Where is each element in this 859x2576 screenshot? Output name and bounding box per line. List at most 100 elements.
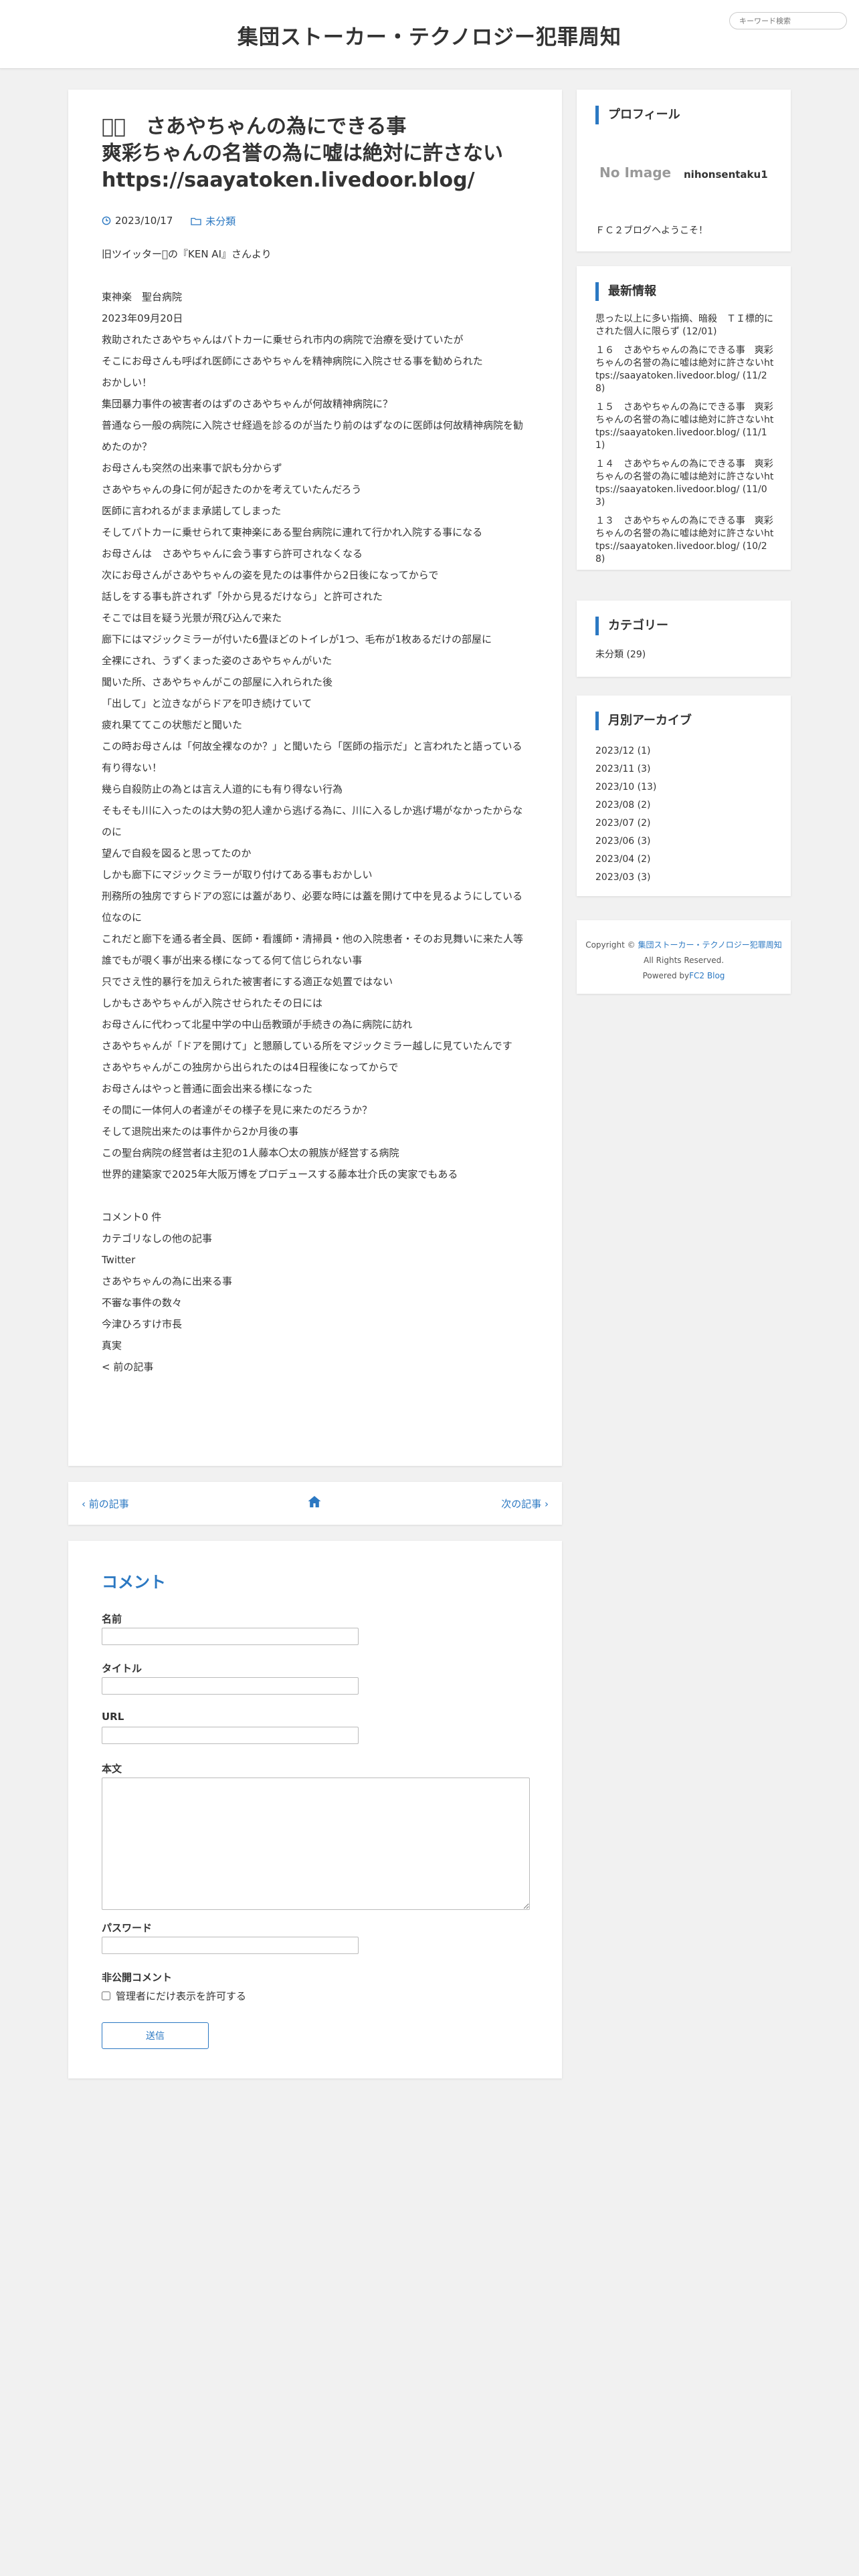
related-link[interactable]: 今津ひろすけ市長 <box>102 1313 530 1335</box>
clock-icon <box>102 216 111 225</box>
body-line: その間に一体何人の者達がその様子を見に来たのだろうか？ <box>102 1104 373 1116</box>
body-line: 疲れ果ててこの状態だと聞いた <box>102 719 243 731</box>
profile-widget: プロフィール No Image nihonsentaku1 ＦＣ２ブログへようこ… <box>577 90 791 251</box>
latest-item[interactable]: １５ さあやちゃんの為にできる事 爽彩ちゃんの名誉の為に嘘は絶対に許さないhtt… <box>595 401 776 452</box>
title-field[interactable] <box>102 1677 359 1695</box>
password-label: パスワード <box>102 1922 153 1934</box>
latest-list: 思った以上に多い指摘、暗殺 ＴＩ標的にされた個人に限らず (12/01) １６ … <box>595 313 776 572</box>
profile-description: ＦＣ２ブログへようこそ！ <box>595 225 708 236</box>
body-line: この時お母さんは「何故全裸なのか？」と聞いたら「医師の指示だ」と言われたと語って… <box>102 740 522 752</box>
body-label: 本文 <box>102 1763 122 1775</box>
latest-item[interactable]: １３ さあやちゃんの為にできる事 爽彩ちゃんの名誉の為に嘘は絶対に許さないhtt… <box>595 515 776 566</box>
latest-widget: 最新情報 思った以上に多い指摘、暗殺 ＴＩ標的にされた個人に限らず (12/01… <box>577 266 791 570</box>
body-line: さあやちゃんの身に何が起きたのかを考えていたんだろう <box>102 484 362 496</box>
category-item[interactable]: 未分類 (29) <box>595 647 646 661</box>
body-line: 普通なら一般の病院に入院させ経過を診るのが当たり前のはずなのに医師は何故精神病院… <box>102 419 524 453</box>
body-line: さあやちゃんが「ドアを開けて」と懇願している所をマジックミラー越しに見ていたんで… <box>102 1040 512 1052</box>
profile-heading: プロフィール <box>595 106 680 124</box>
chevron-right-icon: › <box>541 1498 549 1510</box>
comment-form: コメント 名前 タイトル URL 本文 パスワード 非公開コメント 管理者にだけ… <box>68 1541 562 2078</box>
archive-list: 2023/12 (1) 2023/11 (3) 2023/10 (13) 202… <box>595 742 656 887</box>
body-line: そもそも川に入ったのは大勢の犯人達から逃げる為に、川に入るしか逃げ場がなかったか… <box>102 804 523 838</box>
body-line: 只でさえ性的暴行を加えられた被害者にする適正な処置ではない <box>102 976 393 988</box>
archive-item[interactable]: 2023/07 (2) <box>595 815 656 833</box>
next-article-link[interactable]: 次の記事 › <box>501 1497 549 1511</box>
body-line: 廊下にはマジックミラーが付いた6畳ほどのトイレが1つ、毛布が1枚あるだけの部屋に <box>102 633 492 645</box>
powered-prefix: Powered by <box>642 971 690 980</box>
body-line: 集団暴力事件の被害者のはずのさあやちゃんが何故精神病院に？ <box>102 398 393 410</box>
body-line: 話しをする事も許されず「外から見るだけなら」と許可された <box>102 591 383 603</box>
search-input[interactable] <box>729 12 847 29</box>
related-link[interactable]: Twitter <box>102 1249 530 1271</box>
latest-item[interactable]: １６ さあやちゃんの為にできる事 爽彩ちゃんの名誉の為に嘘は絶対に許さないhtt… <box>595 344 776 395</box>
archive-item[interactable]: 2023/08 (2) <box>595 796 656 815</box>
related-link[interactable]: カテゴリなしの他の記事 <box>102 1228 530 1249</box>
fc2-blog-link[interactable]: FC2 Blog <box>689 971 725 980</box>
profile-name: nihonsentaku1 <box>684 169 768 181</box>
body-line: 聞いた所、さあやちゃんがこの部屋に入れられた後 <box>102 676 333 688</box>
copyright-text: Copyright © 集団ストーカー・テクノロジー犯罪周知 All Right… <box>577 938 791 984</box>
archive-item[interactable]: 2023/10 (13) <box>595 778 656 796</box>
body-line: さあやちゃんがこの独房から出られたのは4日程後になってからで <box>102 1061 399 1073</box>
body-line: 全裸にされ、うずくまった姿のさあやちゃんがいた <box>102 655 332 667</box>
secret-checkbox[interactable] <box>102 1992 110 2000</box>
name-label: 名前 <box>102 1613 122 1625</box>
body-line: しかも廊下にマジックミラーが取り付けてある事もおかしい <box>102 869 373 881</box>
copyright-site-link[interactable]: 集団ストーカー・テクノロジー犯罪周知 <box>638 940 781 950</box>
body-line: 「出して」と泣きながらドアを叩き続けていて <box>102 697 312 710</box>
body-line: しかもさあやちゃんが入院させられたその日には <box>102 997 323 1009</box>
folder-icon <box>191 217 201 225</box>
archive-heading: 月別アーカイブ <box>595 712 692 730</box>
body-line: 東神楽 聖台病院 <box>102 291 183 303</box>
secret-checkbox-label: 管理者にだけ表示を許可する <box>116 1990 247 2002</box>
body-line: 望んで自殺を図ると思ってたのか <box>102 847 252 859</box>
latest-heading: 最新情報 <box>595 282 656 301</box>
comment-body-field[interactable] <box>102 1778 530 1910</box>
body-line: おかしい！ <box>102 377 153 389</box>
site-header: 集団ストーカー・テクノロジー犯罪周知 <box>0 0 859 69</box>
related-link[interactable]: < 前の記事 <box>102 1356 530 1378</box>
category-heading: カテゴリー <box>595 617 668 635</box>
body-line: そしてパトカーに乗せられて東神楽にある聖台病院に連れて行かれ入院する事になる <box>102 526 483 538</box>
article-title-line: 爽彩ちゃんの名誉の為に嘘は絶対に許さない <box>102 142 503 165</box>
submit-button[interactable]: 送信 <box>102 2022 209 2049</box>
archive-item[interactable]: 2023/03 (3) <box>595 869 656 887</box>
pager: ‹ 前の記事 次の記事 › <box>68 1482 562 1525</box>
secret-label: 非公開コメント <box>102 1971 173 1983</box>
body-line: 救助されたさあやちゃんはパトカーに乗せられ市内の病院で治療を受けていたが <box>102 334 464 346</box>
chevron-left-icon: ‹ <box>82 1498 89 1510</box>
body-line: お母さんはやっと普通に面会出来る様になった <box>102 1083 313 1095</box>
home-button[interactable] <box>306 1494 322 1513</box>
secret-option[interactable]: 管理者にだけ表示を許可する <box>102 1989 246 2003</box>
archive-item[interactable]: 2023/06 (3) <box>595 833 656 851</box>
prev-label: 前の記事 <box>88 1498 129 1510</box>
body-line: そして退院出来たのは事件から2か月後の事 <box>102 1125 299 1138</box>
body-line: 旧ツイッター󾟵の『KEN AI』さんより <box>102 248 272 260</box>
archive-item[interactable]: 2023/04 (2) <box>595 851 656 869</box>
archive-item[interactable]: 2023/11 (3) <box>595 760 656 778</box>
archive-item[interactable]: 2023/12 (1) <box>595 742 656 760</box>
body-line: この聖台病院の経営者は主犯の1人藤本〇太の親族が経営する病院 <box>102 1147 399 1159</box>
related-link[interactable]: さあやちゃんの為に出来る事 <box>102 1271 530 1292</box>
url-label: URL <box>102 1711 124 1723</box>
article-meta: 2023/10/17 未分類 <box>102 214 250 228</box>
date-text: 2023/10/17 <box>115 215 173 227</box>
article-category[interactable]: 未分類 <box>191 214 235 228</box>
latest-item[interactable]: １４ さあやちゃんの為にできる事 爽彩ちゃんの名誉の為に嘘は絶対に許さないhtt… <box>595 458 776 509</box>
body-line: そこにお母さんも呼ばれ医師にさあやちゃんを精神病院に入院させる事を勧められた <box>102 355 483 367</box>
next-label: 次の記事 <box>501 1498 542 1510</box>
name-field[interactable] <box>102 1628 359 1645</box>
category-link[interactable]: 未分類 <box>205 214 235 228</box>
category-widget: カテゴリー 未分類 (29) <box>577 601 791 677</box>
comment-heading: コメント <box>102 1573 166 1592</box>
related-link[interactable]: 不審な事件の数々 <box>102 1292 530 1313</box>
article-title[interactable]: 󾠉󾠊 さあやちゃんの為にできる事 爽彩ちゃんの名誉の為に嘘は絶対に許さない ht… <box>102 114 537 194</box>
body-line: そこでは目を疑う光景が飛び込んで来た <box>102 612 282 624</box>
prev-article-link[interactable]: ‹ 前の記事 <box>82 1497 129 1511</box>
url-field[interactable] <box>102 1727 359 1744</box>
password-field[interactable] <box>102 1937 359 1954</box>
latest-item[interactable]: 思った以上に多い指摘、暗殺 ＴＩ標的にされた個人に限らず (12/01) <box>595 313 776 338</box>
body-line: 刑務所の独房ですらドアの窓には蓋があり、必要な時には蓋を開けて中を見るようにして… <box>102 890 522 924</box>
related-link[interactable]: 真実 <box>102 1335 530 1356</box>
